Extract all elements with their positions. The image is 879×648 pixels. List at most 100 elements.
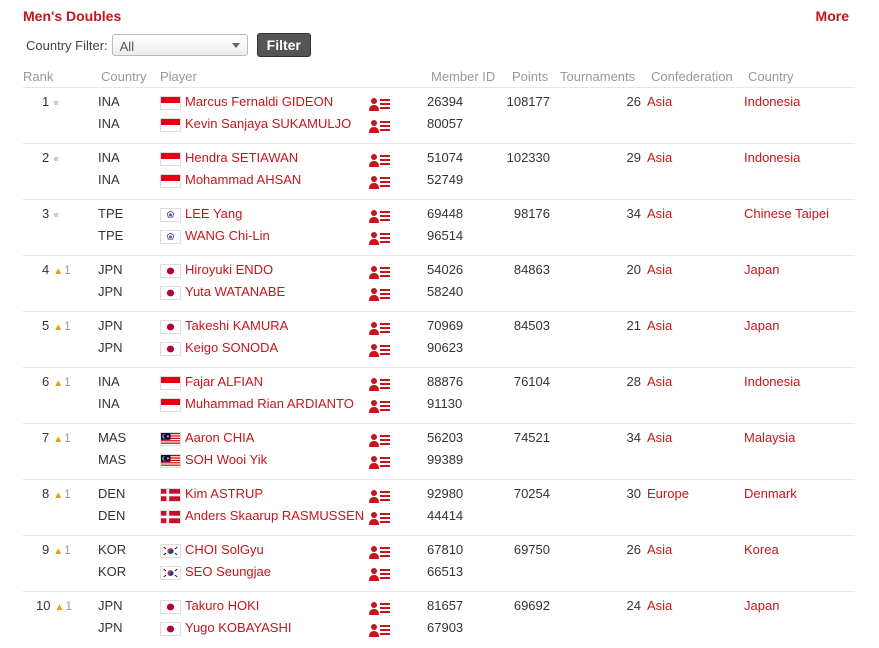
tournaments-cell: 21: [626, 318, 641, 333]
player-profile-icon[interactable]: [369, 209, 391, 223]
rank-change: 1: [64, 319, 71, 333]
country-link[interactable]: Malaysia: [744, 430, 795, 445]
player-name-link[interactable]: Aaron CHIA: [185, 430, 254, 445]
column-header-rank[interactable]: Rank: [23, 69, 53, 84]
player-profile-icon[interactable]: [369, 545, 391, 559]
more-link[interactable]: More: [816, 8, 849, 24]
flag-icon-jpn: [160, 600, 181, 614]
column-header-player[interactable]: Player: [160, 69, 197, 84]
player-country-code: JPN: [98, 620, 123, 635]
confederation-link[interactable]: Asia: [647, 262, 672, 277]
member-id: 92980: [427, 486, 464, 501]
flag-icon-ina: [160, 398, 181, 412]
player-name-link[interactable]: Kim ASTRUP: [185, 486, 263, 501]
player-profile-icon[interactable]: [369, 119, 391, 133]
country-link[interactable]: Japan: [744, 318, 779, 333]
player-name-link[interactable]: Kevin Sanjaya SUKAMULJO: [185, 116, 351, 131]
member-id: 58240: [427, 284, 464, 299]
points-cell: 74521: [513, 430, 550, 445]
column-header-points[interactable]: Points: [512, 69, 548, 84]
confederation-link[interactable]: Asia: [647, 206, 672, 221]
player-name-link[interactable]: Takuro HOKI: [185, 598, 259, 613]
rank-cell: 8 ▲1: [42, 486, 71, 501]
filter-button[interactable]: Filter: [256, 33, 311, 57]
tournaments-cell: 34: [626, 206, 641, 221]
player-country-code: KOR: [98, 564, 127, 579]
player-name-link[interactable]: Anders Skaarup RASMUSSEN: [185, 508, 364, 523]
country-link[interactable]: Korea: [744, 542, 779, 557]
player-name-link[interactable]: WANG Chi-Lin: [185, 228, 270, 243]
column-header-country-code[interactable]: Country: [101, 69, 147, 84]
player-name-link[interactable]: Hendra SETIAWAN: [185, 150, 298, 165]
rank-cell: 7 ▲1: [42, 430, 71, 445]
player-profile-icon[interactable]: [369, 231, 391, 245]
player-name-link[interactable]: Yuta WATANABE: [185, 284, 285, 299]
column-header-tournaments[interactable]: Tournaments: [560, 69, 635, 84]
confederation-link[interactable]: Asia: [647, 150, 672, 165]
confederation-link[interactable]: Asia: [647, 430, 672, 445]
member-id: 99389: [427, 452, 464, 467]
tournaments-cell: 26: [626, 542, 641, 557]
player-name-link[interactable]: Yugo KOBAYASHI: [185, 620, 291, 635]
player-profile-icon[interactable]: [369, 433, 391, 447]
player-name-link[interactable]: Fajar ALFIAN: [185, 374, 263, 389]
column-header-confederation[interactable]: Confederation: [651, 69, 733, 84]
player-profile-icon[interactable]: [369, 455, 391, 469]
country-link[interactable]: Denmark: [744, 486, 797, 501]
column-header-member-id[interactable]: Member ID: [431, 69, 495, 84]
rank-number: 8: [42, 486, 50, 501]
player-profile-icon[interactable]: [369, 511, 391, 525]
player-profile-icon[interactable]: [369, 321, 391, 335]
player-profile-icon[interactable]: [369, 287, 391, 301]
player-profile-icon[interactable]: [369, 175, 391, 189]
player-profile-icon[interactable]: [369, 265, 391, 279]
confederation-link[interactable]: Asia: [647, 374, 672, 389]
player-country-code: INA: [98, 374, 120, 389]
confederation-link[interactable]: Asia: [647, 542, 672, 557]
points-cell: 98176: [513, 206, 550, 221]
country-filter-label: Country Filter:: [26, 37, 108, 53]
player-country-code: JPN: [98, 340, 123, 355]
player-name-link[interactable]: SEO Seungjae: [185, 564, 271, 579]
rank-number: 6: [42, 374, 50, 389]
player-profile-icon[interactable]: [369, 97, 391, 111]
player-name-link[interactable]: Hiroyuki ENDO: [185, 262, 273, 277]
player-profile-icon[interactable]: [369, 567, 391, 581]
player-profile-icon[interactable]: [369, 153, 391, 167]
player-profile-icon[interactable]: [369, 377, 391, 391]
player-profile-icon[interactable]: [369, 489, 391, 503]
player-profile-icon[interactable]: [369, 399, 391, 413]
player-name-link[interactable]: Takeshi KAMURA: [185, 318, 288, 333]
country-link[interactable]: Chinese Taipei: [744, 206, 829, 221]
player-profile-icon[interactable]: [369, 601, 391, 615]
player-profile-icon[interactable]: [369, 343, 391, 357]
player-name-link[interactable]: CHOI SolGyu: [185, 542, 264, 557]
confederation-link[interactable]: Asia: [647, 318, 672, 333]
country-link[interactable]: Indonesia: [744, 94, 800, 109]
player-name-link[interactable]: LEE Yang: [185, 206, 242, 221]
chevron-down-icon: [231, 43, 240, 48]
country-link[interactable]: Indonesia: [744, 374, 800, 389]
tournaments-cell: 34: [626, 430, 641, 445]
player-name-link[interactable]: SOH Wooi Yik: [185, 452, 267, 467]
member-id: 54026: [427, 262, 464, 277]
country-link[interactable]: Japan: [744, 262, 779, 277]
table-row: 3 TPE LEE Yang 69448 TPE WANG Chi-Lin 96514 981…: [0, 200, 879, 256]
player-country-code: TPE: [98, 228, 124, 243]
confederation-link[interactable]: Asia: [647, 94, 672, 109]
player-country-code: INA: [98, 150, 120, 165]
confederation-link[interactable]: Asia: [647, 598, 672, 613]
country-link[interactable]: Indonesia: [744, 150, 800, 165]
country-filter-select[interactable]: All: [111, 34, 248, 56]
player-name-link[interactable]: Keigo SONODA: [185, 340, 278, 355]
confederation-link[interactable]: Europe: [647, 486, 689, 501]
player-profile-icon[interactable]: [369, 623, 391, 637]
member-id: 80057: [427, 116, 464, 131]
country-link[interactable]: Japan: [744, 598, 779, 613]
column-header-country[interactable]: Country: [748, 69, 794, 84]
player-name-link[interactable]: Mohammad AHSAN: [185, 172, 301, 187]
rank-up-arrow-icon: ▲: [54, 602, 65, 613]
no-change-dot-icon: [54, 100, 59, 105]
player-name-link[interactable]: Muhammad Rian ARDIANTO: [185, 396, 354, 411]
player-name-link[interactable]: Marcus Fernaldi GIDEON: [185, 94, 333, 109]
